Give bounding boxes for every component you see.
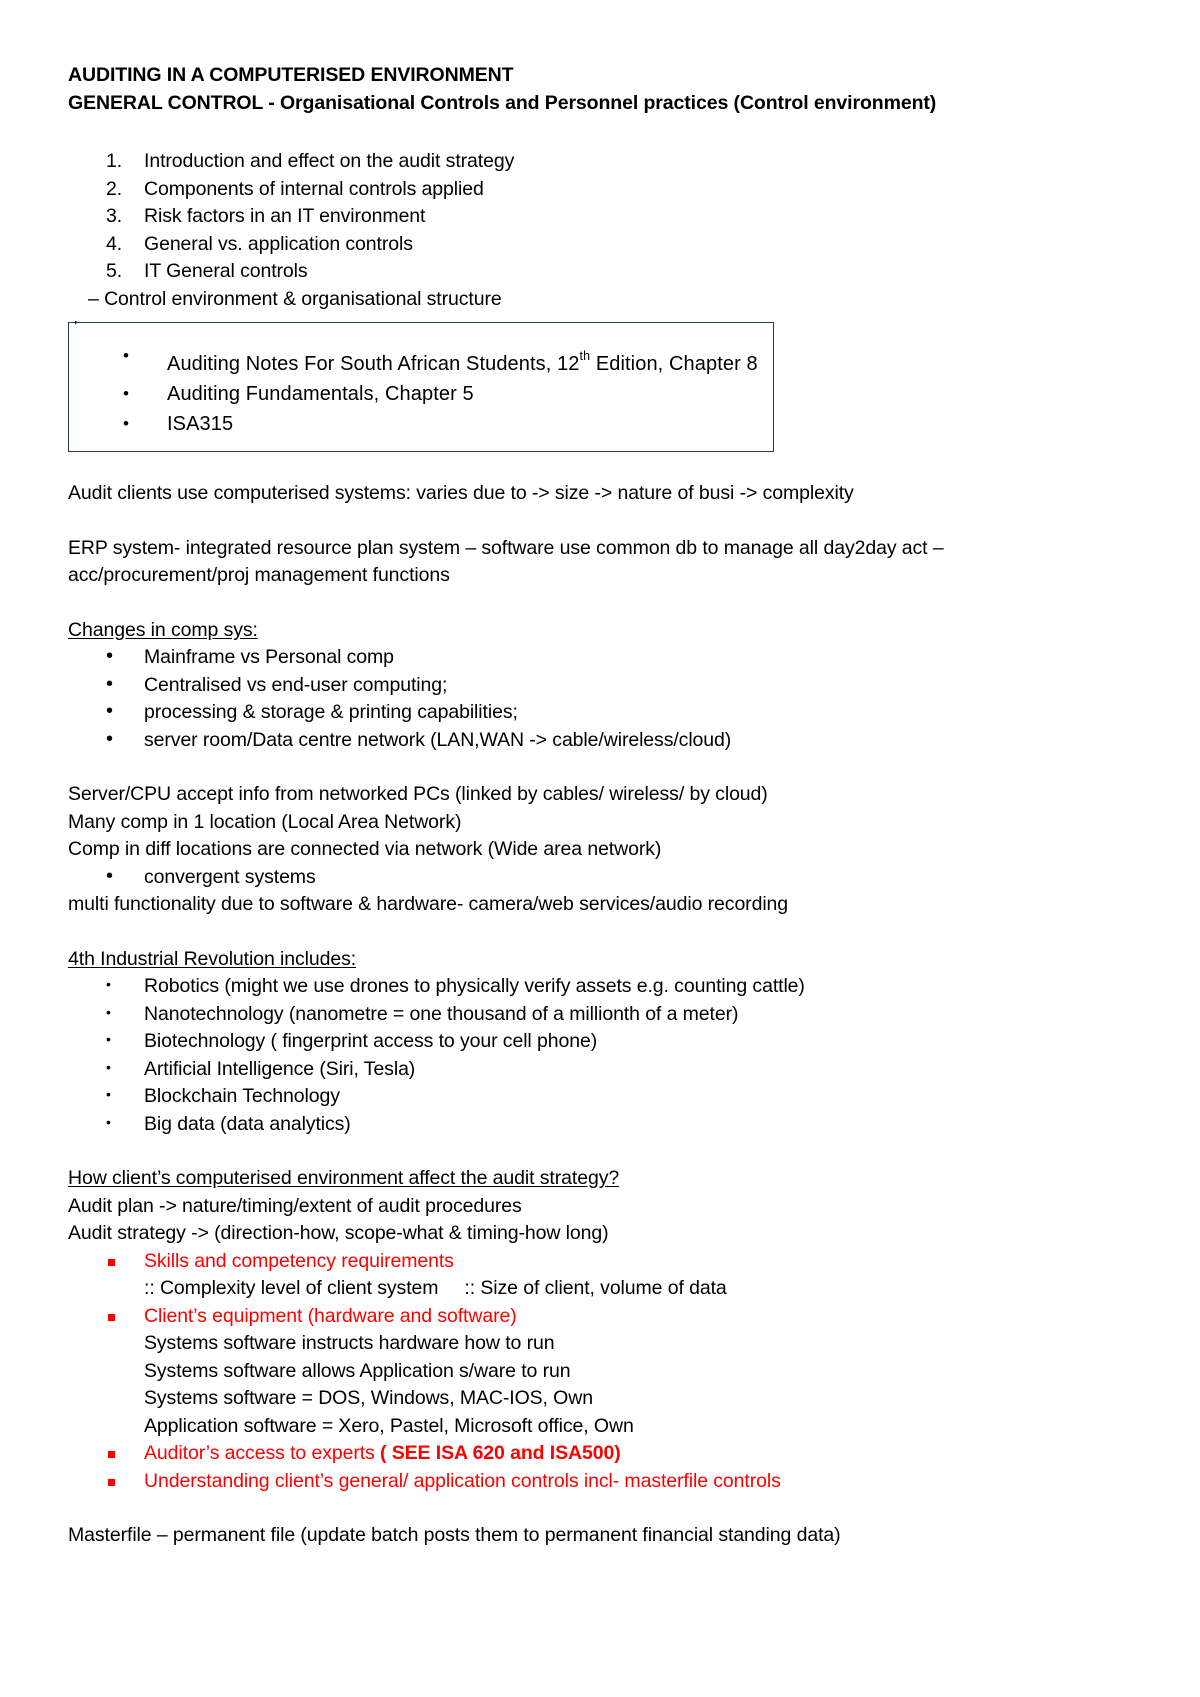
list-item: Auditor’s access to experts ( SEE ISA 62… xyxy=(106,1440,1130,1468)
masterfile-line: Masterfile – permanent file (update batc… xyxy=(68,1524,841,1546)
list-item: Systems software instructs hardware how … xyxy=(144,1332,555,1354)
audit-strategy-heading: How client’s computerised environment af… xyxy=(68,1167,620,1189)
reference-list: Auditing Notes For South African Student… xyxy=(79,341,763,439)
list-item: Risk factors in an IT environment xyxy=(106,203,426,230)
intro-paragraph: Audit clients use computerised systems: … xyxy=(68,482,854,504)
audit-plan-line: Audit plan -> nature/timing/extent of au… xyxy=(68,1194,522,1217)
reference-item-1-suffix: Edition, Chapter 8 xyxy=(590,353,758,375)
audit-strategy-red-list: Skills and competency requirements :: Co… xyxy=(68,1248,1130,1496)
list-item: Centralised vs end-user computing; xyxy=(106,671,1130,700)
list-item: ISA315 xyxy=(123,409,763,439)
list-item: :: Complexity level of client system:: S… xyxy=(106,1275,1130,1303)
fourth-ir-heading: 4th Industrial Revolution includes: xyxy=(68,947,357,970)
list-item: Skills and competency requirements xyxy=(106,1248,1130,1276)
network-line-1: Server/CPU accept info from networked PC… xyxy=(68,783,768,805)
isa-reference: ( SEE ISA 620 and ISA500) xyxy=(380,1442,621,1464)
convergent-bullet-list: convergent systems xyxy=(68,863,1130,892)
list-item: Systems software allows Application s/wa… xyxy=(144,1359,571,1382)
list-item: Robotics (might we use drones to physica… xyxy=(106,971,1130,1001)
list-item: Components of internal controls applied xyxy=(106,176,484,203)
list-item: Application software = Xero, Pastel, Mic… xyxy=(144,1414,634,1437)
list-item: convergent systems xyxy=(106,863,1130,892)
fourth-ir-bullet-list: Robotics (might we use drones to physica… xyxy=(68,971,1130,1139)
list-item: Auditing Fundamentals, Chapter 5 xyxy=(123,379,763,409)
list-item: Understanding client’s general/ applicat… xyxy=(106,1468,1130,1496)
reference-box: ’ Auditing Notes For South African Stude… xyxy=(68,318,774,452)
list-item: processing & storage & printing capabili… xyxy=(106,698,1130,727)
network-line-4: multi functionality due to software & ha… xyxy=(68,893,789,915)
network-line-2: Many comp in 1 location (Local Area Netw… xyxy=(68,810,462,833)
list-item: Big data (data analytics) xyxy=(106,1109,1130,1139)
agenda-dash-item: – Control environment & organisational s… xyxy=(88,287,502,310)
list-item: Introduction and effect on the audit str… xyxy=(106,148,515,175)
sub-item-1a: :: Complexity level of client system xyxy=(144,1277,439,1299)
agenda-numbered-list: Introduction and effect on the audit str… xyxy=(68,148,1130,286)
document-page: AUDITING IN A COMPUTERISED ENVIRONMENT G… xyxy=(0,0,1200,1697)
document-title-line-2: GENERAL CONTROL - Organisational Control… xyxy=(68,91,937,114)
list-item: Systems software = DOS, Windows, MAC-IOS… xyxy=(144,1387,593,1409)
list-item: Artificial Intelligence (Siri, Tesla) xyxy=(106,1054,1130,1084)
changes-heading: Changes in comp sys: xyxy=(68,618,258,641)
experts-text: Auditor’s access to experts xyxy=(144,1442,381,1464)
list-item: Nanotechnology (nanometre = one thousand… xyxy=(106,999,1130,1029)
list-item: Mainframe vs Personal comp xyxy=(106,643,1130,672)
erp-paragraph-line-1: ERP system- integrated resource plan sys… xyxy=(68,536,944,559)
list-item: Auditing Notes For South African Student… xyxy=(123,341,763,379)
reference-item-1-prefix: Auditing Notes For South African Student… xyxy=(167,353,580,375)
erp-paragraph-line-2: acc/procurement/proj management function… xyxy=(68,564,450,586)
tick-mark: ’ xyxy=(74,318,78,335)
document-title-line-1: AUDITING IN A COMPUTERISED ENVIRONMENT xyxy=(68,64,514,86)
audit-strategy-line: Audit strategy -> (direction-how, scope-… xyxy=(68,1222,609,1244)
list-item: Biotechnology ( fingerprint access to yo… xyxy=(106,1026,1130,1056)
list-item: General vs. application controls xyxy=(106,231,413,258)
reference-item-1-ordinal: th xyxy=(579,349,591,363)
sub-item-1b: :: Size of client, volume of data xyxy=(464,1277,727,1299)
changes-bullet-list: Mainframe vs Personal comp Centralised v… xyxy=(68,643,1130,755)
network-line-3: Comp in diff locations are connected via… xyxy=(68,838,662,860)
list-item: IT General controls xyxy=(106,258,308,285)
list-item: Client’s equipment (hardware and softwar… xyxy=(106,1303,1130,1331)
document-body: AUDITING IN A COMPUTERISED ENVIRONMENT G… xyxy=(68,62,1130,1550)
list-item: Blockchain Technology xyxy=(106,1081,1130,1111)
list-item: server room/Data centre network (LAN,WAN… xyxy=(106,726,1130,755)
